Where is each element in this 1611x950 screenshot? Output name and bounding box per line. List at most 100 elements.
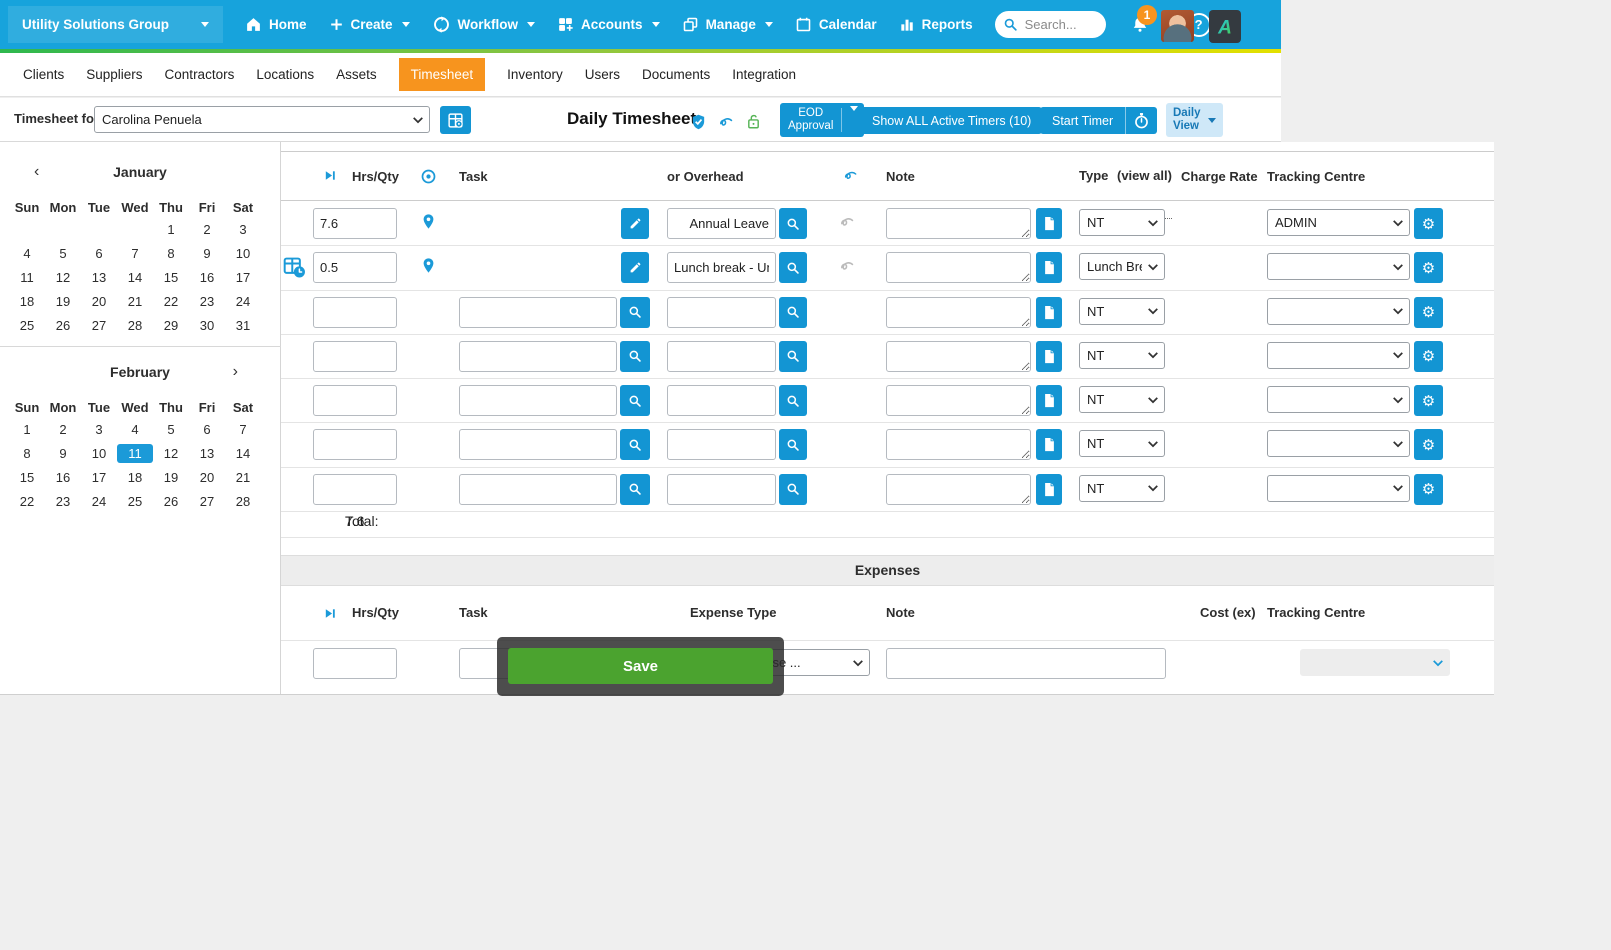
notification-badge[interactable]: 1 [1137,5,1157,25]
overhead-search-button[interactable] [779,252,807,283]
user-avatar[interactable] [1161,10,1194,42]
calendar-day[interactable]: 23 [189,292,225,311]
calendar-day[interactable]: 3 [81,420,117,439]
calendar-day[interactable]: 6 [189,420,225,439]
calendar-day[interactable]: 25 [117,492,153,511]
location-pin-icon[interactable] [421,213,436,237]
overhead-search-button[interactable] [779,385,807,416]
overhead-search-button[interactable] [779,429,807,460]
search-input[interactable] [1023,16,1091,33]
calendar-day[interactable]: 24 [225,292,261,311]
calendar-day[interactable]: 5 [45,244,81,263]
overhead-search-button[interactable] [779,208,807,239]
calendar-day[interactable]: 23 [45,492,81,511]
note-document-button[interactable] [1036,252,1062,283]
eod-approval-button[interactable]: EODApproval [780,103,864,137]
org-switcher[interactable]: Utility Solutions Group [8,6,223,43]
note-document-button[interactable] [1036,429,1062,460]
note-textarea[interactable] [886,429,1031,460]
signature-squiggle-icon[interactable] [843,168,859,187]
calendar-day[interactable]: 12 [153,444,189,463]
nav-item-create[interactable]: Create [329,17,410,32]
hours-input[interactable] [313,474,397,505]
calendar-day[interactable]: 21 [225,468,261,487]
task-input[interactable] [459,341,617,372]
edit-task-button[interactable] [621,252,649,283]
task-search-button[interactable] [620,429,650,460]
expense-tracking-select[interactable] [1300,649,1450,676]
calendar-day[interactable]: 31 [225,316,261,335]
tab-locations[interactable]: Locations [256,67,314,82]
nav-item-workflow[interactable]: Workflow [432,15,536,34]
row-settings-button[interactable]: ⚙ [1414,208,1443,239]
type-select[interactable]: NT [1079,430,1165,457]
view-mode-button[interactable]: DailyView [1166,103,1223,137]
task-input[interactable] [459,429,617,460]
calendar-day[interactable]: 9 [189,244,225,263]
overhead-search-button[interactable] [779,474,807,505]
calendar-day[interactable]: 8 [9,444,45,463]
calendar-day[interactable]: 10 [81,444,117,463]
calendar-day[interactable]: 9 [45,444,81,463]
calendar-day[interactable]: 24 [81,492,117,511]
tab-timesheet[interactable]: Timesheet [399,58,486,91]
calendar-day[interactable]: 8 [153,244,189,263]
row-settings-button[interactable]: ⚙ [1414,252,1443,283]
note-document-button[interactable] [1036,341,1062,372]
hours-input[interactable] [313,297,397,328]
calendar-day[interactable]: 5 [153,420,189,439]
calendar-day[interactable]: 27 [81,316,117,335]
hours-input[interactable] [313,385,397,416]
calendar-day[interactable]: 20 [189,468,225,487]
tracking-centre-select[interactable] [1267,430,1410,457]
tracking-centre-select[interactable]: ADMIN [1267,209,1410,236]
calendar-day[interactable]: 4 [9,244,45,263]
start-timer-button[interactable]: Start Timer [1040,107,1157,134]
note-document-button[interactable] [1036,474,1062,505]
row-settings-button[interactable]: ⚙ [1414,297,1443,328]
overhead-search-button[interactable] [779,297,807,328]
timesheet-user-select[interactable]: Carolina Penuela [94,106,430,133]
tab-contractors[interactable]: Contractors [165,67,235,82]
note-document-button[interactable] [1036,208,1062,239]
overhead-input[interactable] [667,297,776,328]
show-all-active-timers-button[interactable]: Show ALL Active Timers (10) [861,107,1042,134]
calendar-day[interactable]: 2 [45,420,81,439]
calendar-day[interactable]: 27 [189,492,225,511]
calendar-day[interactable]: 22 [153,292,189,311]
edit-task-button[interactable] [621,208,649,239]
nav-item-manage[interactable]: Manage [682,16,773,33]
calendar-day[interactable]: 4 [117,420,153,439]
tab-users[interactable]: Users [585,67,620,82]
calendar-day[interactable]: 22 [9,492,45,511]
calendar-day[interactable]: 6 [81,244,117,263]
task-input[interactable] [459,297,617,328]
nav-item-calendar[interactable]: Calendar [795,16,877,33]
nav-item-reports[interactable]: Reports [899,17,973,33]
tracking-centre-select[interactable] [1267,342,1410,369]
note-textarea[interactable] [886,297,1031,328]
calendar-day[interactable]: 18 [9,292,45,311]
expense-note-input[interactable] [886,648,1166,679]
type-select[interactable]: NT [1079,298,1165,325]
tab-assets[interactable]: Assets [336,67,377,82]
calendar-day[interactable]: 19 [153,468,189,487]
tracking-centre-select[interactable] [1267,253,1410,280]
calendar-day[interactable]: 29 [153,316,189,335]
overhead-input[interactable] [667,208,776,239]
type-select[interactable]: NT [1079,342,1165,369]
calendar-day[interactable]: 14 [225,444,261,463]
calendar-day[interactable]: 25 [9,316,45,335]
calendar-day[interactable]: 17 [81,468,117,487]
hours-input[interactable] [313,429,397,460]
hours-input[interactable] [313,252,397,283]
note-document-button[interactable] [1036,297,1062,328]
note-document-button[interactable] [1036,385,1062,416]
row-settings-button[interactable]: ⚙ [1414,341,1443,372]
type-select[interactable]: NT [1079,386,1165,413]
tab-documents[interactable]: Documents [642,67,710,82]
calendar-day[interactable]: 16 [45,468,81,487]
task-search-button[interactable] [620,297,650,328]
calendar-prev-arrow[interactable]: ‹ [28,163,45,181]
tracking-centre-select[interactable] [1267,298,1410,325]
